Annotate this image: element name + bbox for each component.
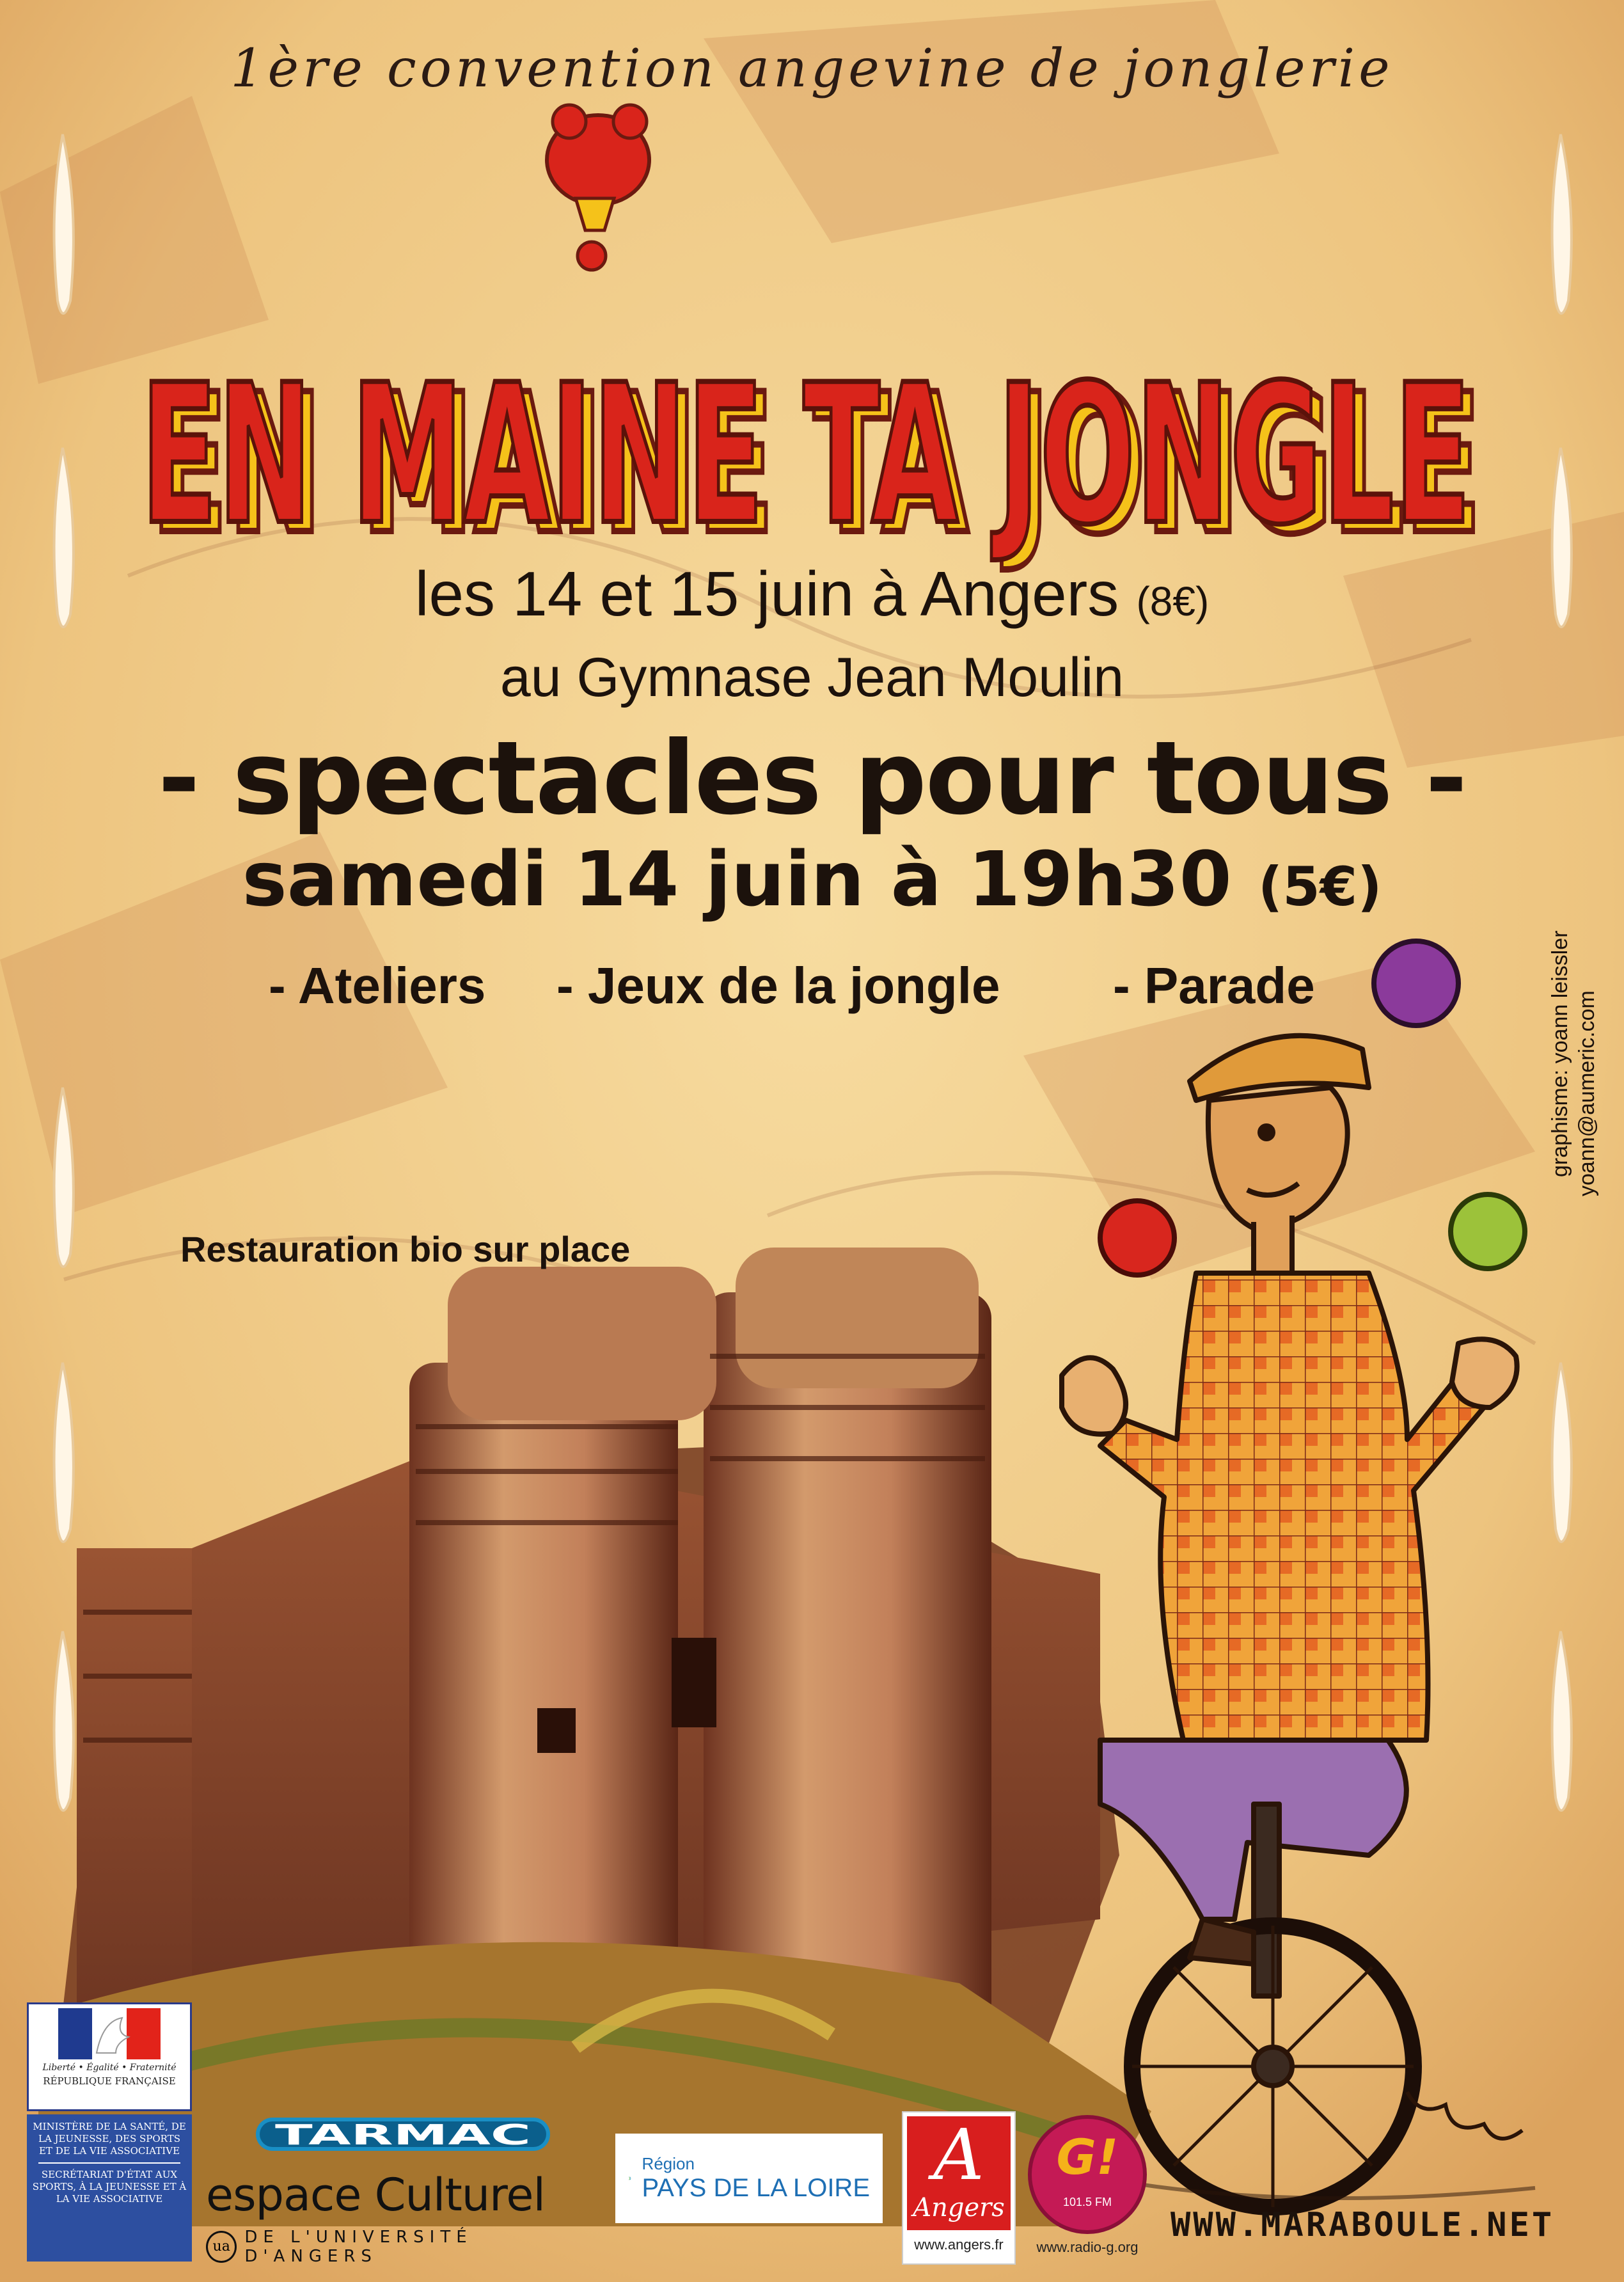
espace-culturel-logo: espace Culturel ua DE L'UNIVERSITÉ D'ANG…	[206, 2169, 603, 2266]
angers-url: www.angers.fr	[914, 2237, 1004, 2253]
ua-badge-icon: ua	[206, 2231, 237, 2263]
radio-g-logo: G! 101.5 FM www.radio-g.org	[1017, 2111, 1158, 2265]
loire-arcs-icon	[629, 2176, 631, 2180]
republique-francaise-logo: Liberté • Égalité • Fraternité RÉPUBLIQU…	[27, 2002, 192, 2111]
region-name: PAYS DE LA LOIRE	[642, 2174, 870, 2202]
main-title-text: EN MAINE TA JONGLE	[141, 344, 1471, 567]
shows-heading: - spectacles pour tous -	[158, 720, 1467, 837]
marianne-icon	[58, 2008, 161, 2059]
activity-parade: - Parade	[1113, 957, 1315, 1014]
radio-letter: G!	[1056, 2128, 1119, 2185]
radio-freq: 101.5 FM	[1062, 2196, 1112, 2208]
credits-line-2: yoann@aumeric.com	[1575, 990, 1599, 1196]
ministere-divider	[38, 2162, 180, 2164]
republique-motto: Liberté • Égalité • Fraternité	[42, 2063, 177, 2073]
ball-green	[1448, 1192, 1527, 1271]
angers-letter: A	[933, 2114, 984, 2196]
angers-mark-icon: A Angers	[907, 2116, 1011, 2230]
region-label: Région	[642, 2154, 695, 2173]
show-datetime-line: samedi 14 juin à 19h30 (5€)	[0, 835, 1624, 923]
ball-purple	[1371, 939, 1461, 1028]
radio-url: www.radio-g.org	[1036, 2239, 1139, 2255]
activity-jeux: - Jeux de la jongle	[556, 957, 1000, 1014]
angers-name: Angers	[913, 2193, 1005, 2223]
show-datetime: samedi 14 juin à 19h30	[242, 835, 1232, 923]
ministere-text-2: SECRÉTARIAT D'ÉTAT AUX SPORTS, À LA JEUN…	[32, 2169, 187, 2205]
venue: au Gymnase Jean Moulin	[500, 647, 1124, 708]
tarmac-logo: TARMAC	[256, 2111, 550, 2156]
espace-culturel-name: espace Culturel	[206, 2169, 546, 2221]
espace-culturel-sub: DE L'UNIVERSITÉ D'ANGERS	[244, 2228, 473, 2266]
tagline: 1ère convention angevine de jonglerie	[230, 38, 1394, 99]
republique-name: RÉPUBLIQUE FRANÇAISE	[43, 2075, 176, 2087]
credits-line-1: graphisme: yoann leissler	[1548, 930, 1572, 1177]
radio-g-mark-icon: G! 101.5 FM	[1028, 2115, 1147, 2234]
ministere-logo: MINISTÈRE DE LA SANTÉ, DE LA JEUNESSE, D…	[27, 2114, 192, 2262]
pays-de-la-loire-logo: Région PAYS DE LA LOIRE	[615, 2134, 883, 2223]
ball-red	[1098, 1198, 1177, 1278]
dates-price: (8€)	[1136, 578, 1210, 624]
angers-logo: A Angers www.angers.fr	[902, 2111, 1016, 2265]
ministere-text-1: MINISTÈRE DE LA SANTÉ, DE LA JEUNESSE, D…	[33, 2121, 186, 2157]
activity-ateliers: - Ateliers	[269, 957, 486, 1014]
tarmac-mark-icon: TARMAC	[256, 2118, 550, 2151]
show-price: (5€)	[1257, 855, 1382, 918]
food-note: Restauration bio sur place	[180, 1229, 631, 1269]
dates-line: les 14 et 15 juin à Angers (8€)	[0, 558, 1624, 630]
dates-place: les 14 et 15 juin à Angers	[414, 559, 1119, 629]
website-link[interactable]: WWW.MARABOULE.NET	[1171, 2206, 1554, 2244]
svg-text:TARMAC: TARMAC	[275, 2119, 531, 2151]
